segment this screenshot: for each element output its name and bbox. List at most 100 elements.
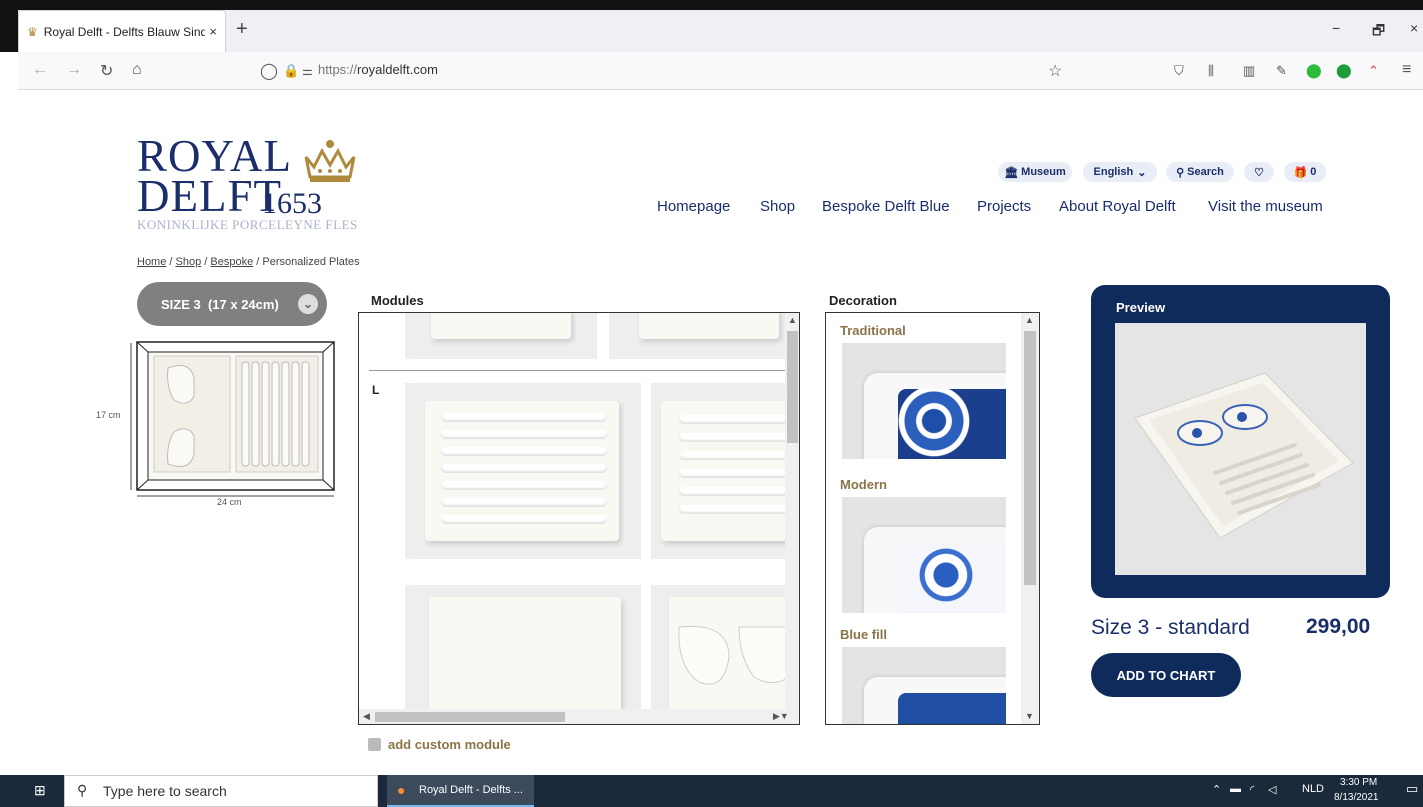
crown-logo-icon [304,140,356,182]
window-minimize-button[interactable]: − [1332,20,1340,36]
logo-year: 1653 [262,187,322,220]
clock-date[interactable]: 8/13/2021 [1334,792,1379,803]
menu-projects[interactable]: Projects [977,198,1031,215]
url-field[interactable]: https://royaldelft.com [318,62,438,77]
reload-icon[interactable]: ↻ [100,61,113,81]
decoration-heading: Decoration [829,293,897,308]
width-dimension: 24 cm [217,497,242,507]
logo-delft[interactable]: DELFT [137,174,282,219]
home-icon[interactable]: ⌂ [132,61,142,79]
forward-arrow-icon[interactable]: → [66,61,82,79]
decoration-bluefill-option[interactable] [842,647,1006,724]
logo-royal[interactable]: ROYAL [137,134,292,179]
module-tile[interactable] [609,313,787,359]
language-select[interactable]: English ⌄ [1083,162,1157,182]
lock-icon[interactable]: 🔒 [283,63,299,79]
glasses-icon [678,625,799,685]
decoration-vscrollbar[interactable]: ▲ ▼ [1021,313,1039,724]
wifi-icon[interactable]: ◜ [1250,783,1254,796]
browser-tab[interactable]: ♛ Royal Delft - Delfts Blauw Sinds × [18,10,226,52]
modules-heading: Modules [371,293,424,308]
menu-shop[interactable]: Shop [760,198,795,215]
shield-icon[interactable]: ◯ [260,61,278,81]
new-tab-button[interactable]: + [236,18,248,41]
window-restore-button[interactable]: 🗗 [1372,20,1385,44]
firefox-icon: ● [397,782,406,798]
museum-pill[interactable]: 🏛 Museum [998,162,1072,182]
product-price: 299,00 [1306,615,1371,638]
preview-image [1115,323,1366,575]
sidebar-icon[interactable]: ▥ [1243,63,1255,79]
volume-icon[interactable]: ◁ [1268,783,1276,796]
windows-taskbar: ⊞ ⚲ Type here to search ● Royal Delft - … [0,775,1423,807]
chevron-down-icon: ⌄ [298,294,318,314]
gift-cart-icon: 🎁 [1293,166,1308,179]
decoration-modern-label: Modern [840,477,887,492]
pocket-icon[interactable]: ⛉ [1174,63,1184,79]
decoration-traditional-label: Traditional [840,323,906,338]
search-icon: ⚲ [77,782,88,798]
permissions-icon[interactable]: ⚌ [302,64,313,78]
module-tile[interactable] [405,313,597,359]
decoration-modern-option[interactable] [842,497,1006,613]
height-dimension: 17 cm [96,410,121,420]
product-name: Size 3 - standard [1091,616,1250,639]
breadcrumb-bespoke[interactable]: Bespoke [210,256,253,268]
wishlist-button[interactable]: ♡ [1244,162,1274,182]
size-select[interactable]: SIZE 3 (17 x 24cm) ⌄ [137,282,327,326]
back-arrow-icon[interactable]: ← [32,61,48,79]
menu-visit-museum[interactable]: Visit the museum [1208,198,1323,215]
taskbar-firefox-app[interactable]: ● Royal Delft - Delfts ... [387,775,534,807]
chevron-down-icon: ⌄ [1137,166,1147,179]
extension-b-icon[interactable]: ⬤ [1336,62,1352,79]
module-tile-lines-2[interactable] [651,383,799,559]
decoration-bluefill-label: Blue fill [840,627,887,642]
windows-start-icon[interactable]: ⊞ [34,782,46,799]
library-icon[interactable]: ⫼ [1208,63,1214,79]
breadcrumb-home[interactable]: Home [137,256,166,268]
plate-diagram [130,341,335,497]
tray-chevron-icon[interactable]: ⌃ [1212,783,1221,796]
module-group-label: L [372,383,380,397]
breadcrumb-shop[interactable]: Shop [176,256,202,268]
menu-about[interactable]: About Royal Delft [1059,198,1176,215]
crown-favicon-icon: ♛ [27,24,38,39]
breadcrumb: Home / Shop / Bespoke / Personalized Pla… [137,256,360,268]
extension-green-icon[interactable]: ⬤ [1306,62,1322,79]
heart-icon: ♡ [1254,166,1264,179]
modules-hscrollbar[interactable]: ◀ ▶▼ [359,709,799,724]
preview-heading: Preview [1116,300,1166,315]
menu-homepage[interactable]: Homepage [657,198,730,215]
breadcrumb-current: Personalized Plates [262,256,360,268]
bookmark-star-icon[interactable]: ☆ [1048,61,1062,81]
logo-subtitle: KONINKLIJKE PORCELEYNE FLES [137,217,358,232]
menu-icon[interactable]: ≡ [1402,61,1411,79]
module-tile-blank[interactable] [405,585,641,724]
decoration-traditional-option[interactable] [842,343,1006,459]
browser-nav-bar: ← → ↻ ⌂ ◯ 🔒 ⚌ https://royaldelft.com ☆ ⛉… [18,52,1423,90]
module-tile-lines[interactable] [405,383,641,559]
window-close-button[interactable]: × [1410,20,1418,36]
extension-icon[interactable]: ✎ [1276,63,1287,79]
decoration-panel: Traditional Modern Blue fill ▲ ▼ [825,312,1040,725]
museum-icon: 🏛 [1004,166,1019,179]
taskbar-search[interactable]: ⚲ Type here to search [64,775,378,807]
tab-close-icon[interactable]: × [209,24,217,39]
modules-panel: L ▲ ◀ ▶▼ [358,312,800,725]
module-tile-glasses[interactable] [651,585,799,724]
menu-bespoke[interactable]: Bespoke Delft Blue [822,198,950,215]
clock-time[interactable]: 3:30 PM [1340,777,1377,788]
custom-module-checkbox[interactable] [368,738,381,751]
search-icon: ⚲ [1176,166,1185,179]
language-indicator[interactable]: NLD [1302,783,1324,795]
modules-vscrollbar[interactable]: ▲ [785,313,799,709]
tab-title: Royal Delft - Delfts Blauw Sinds [43,24,206,39]
custom-module-label: add custom module [388,737,511,752]
cart-button[interactable]: 🎁 0 [1284,162,1326,182]
add-custom-module[interactable]: add custom module [368,737,511,752]
battery-icon[interactable]: ▬ [1230,783,1241,795]
add-to-cart-button[interactable]: ADD TO CHART [1091,653,1241,697]
notifications-icon[interactable]: ▭ [1406,781,1418,797]
search-pill[interactable]: ⚲ Search [1166,162,1234,182]
extension-arrow-icon[interactable]: ⌃ [1368,63,1379,79]
